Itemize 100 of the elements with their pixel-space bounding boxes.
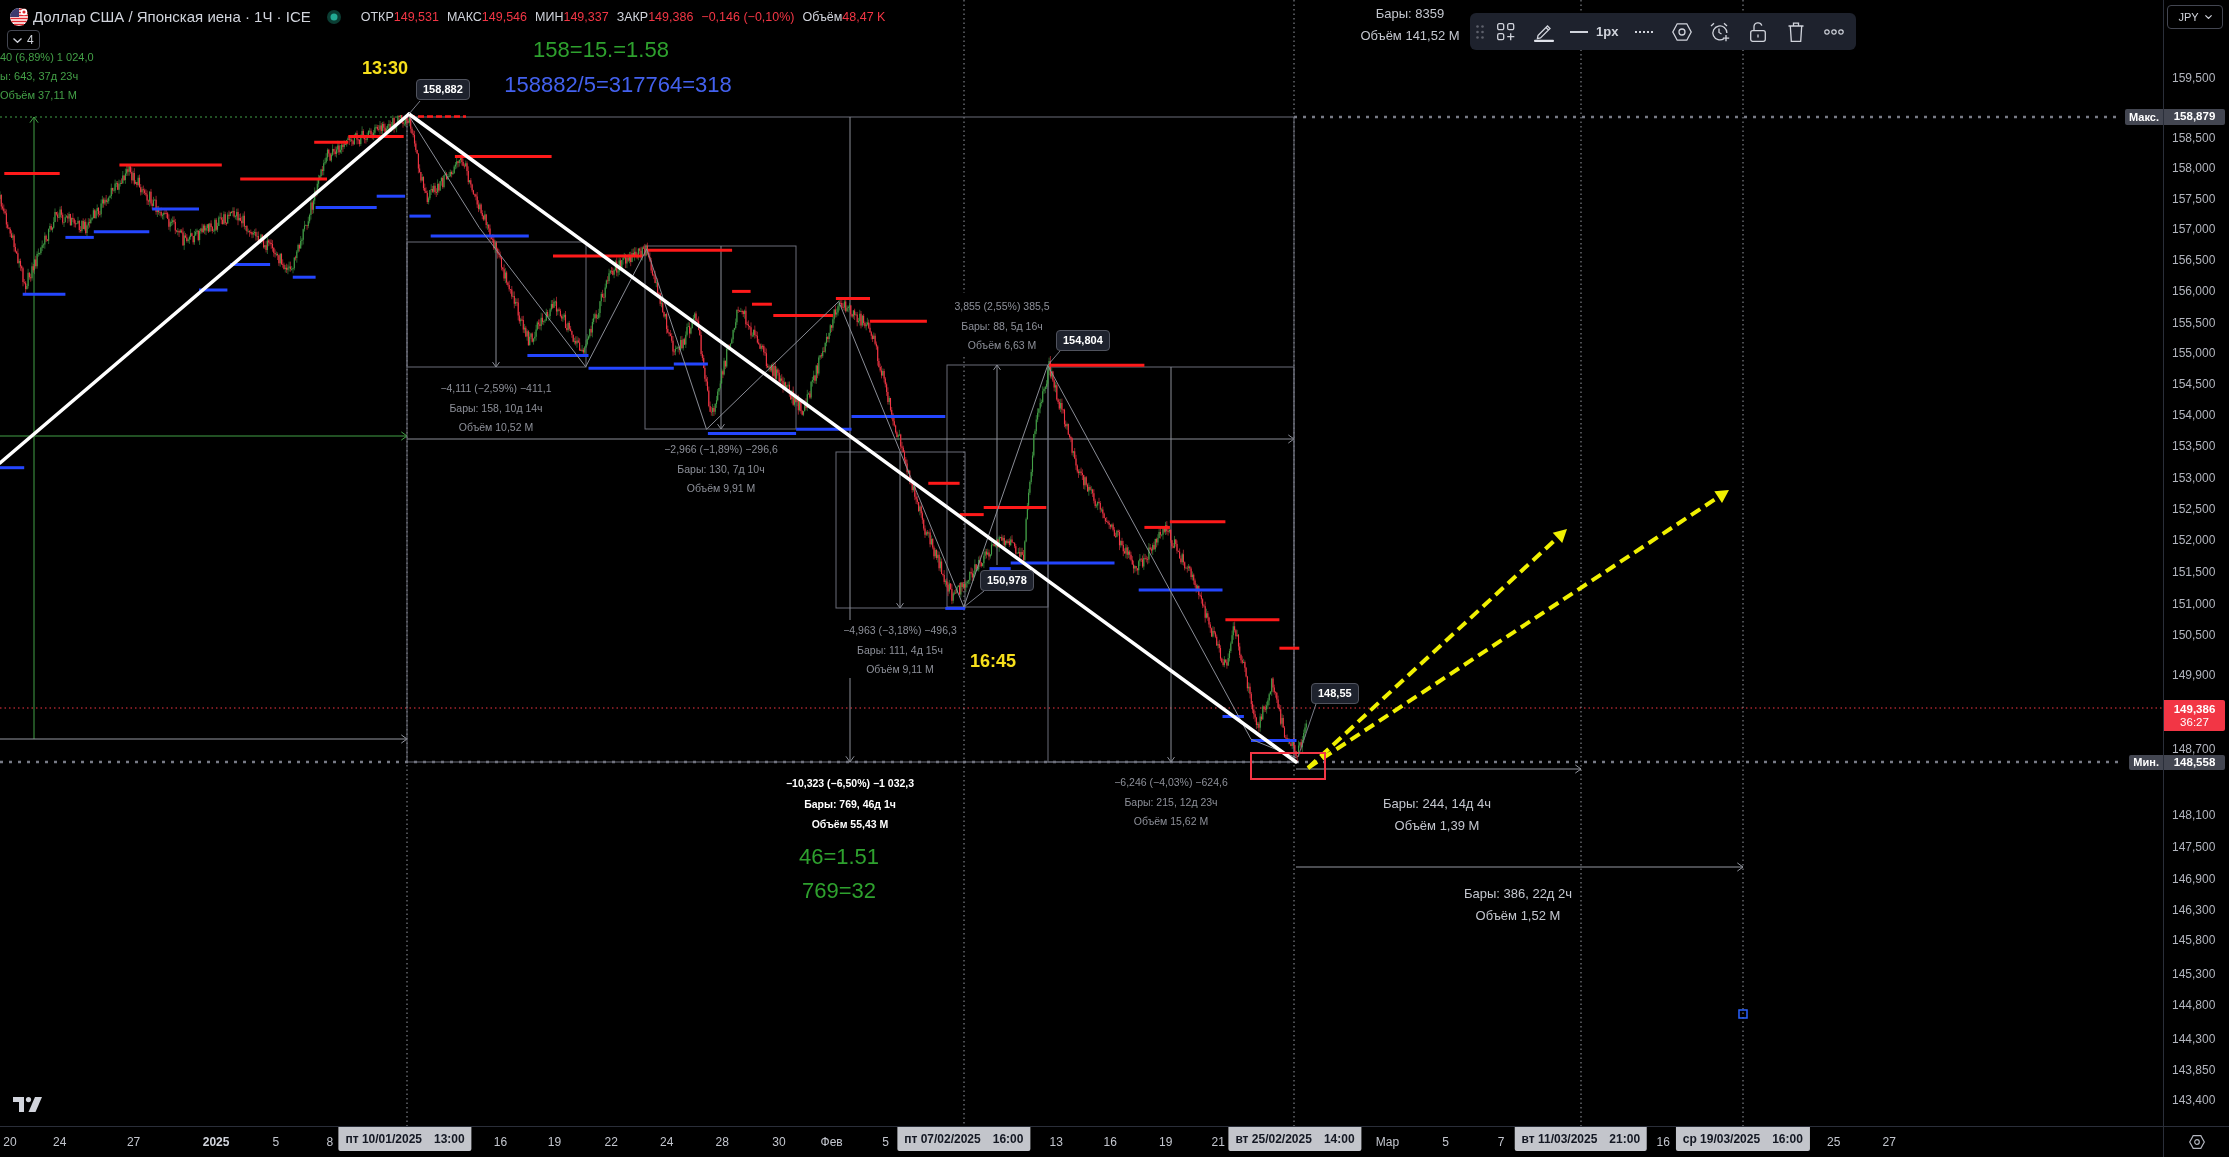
- price-tick-label: 148,700: [2172, 743, 2216, 755]
- measurement-text: Объём 37,11 M: [0, 88, 78, 102]
- price-tick-label: 157,000: [2172, 223, 2216, 235]
- time-tick-label: 30: [772, 1134, 786, 1151]
- price-tick-label: 152,500: [2172, 503, 2216, 515]
- time-tick-label: 24: [53, 1134, 67, 1151]
- settings-icon[interactable]: [2188, 1135, 2205, 1149]
- measurement-text: −2,966 (−1,89%) −296,6: [664, 442, 778, 456]
- measurement-text: Объём 1,52 M: [1475, 907, 1561, 922]
- price-callout: 150,978: [980, 570, 1034, 591]
- annotation-text: 158882/5=317764=318: [504, 73, 732, 97]
- support-line: [409, 214, 431, 218]
- quote-label: ЗАКР: [616, 8, 649, 26]
- price-tick-label: 154,000: [2172, 409, 2216, 421]
- measurement-text: Бары: 215, 12д 23ч: [1124, 795, 1218, 808]
- volume-label: Объём: [802, 8, 843, 26]
- support-line: [376, 194, 406, 198]
- open-padlock-icon: [1750, 21, 1767, 42]
- price-tick-label: 158,500: [2172, 132, 2216, 144]
- annotation-text: 769=32: [802, 879, 876, 903]
- marker-date: вт 11/03/2025: [1521, 1131, 1598, 1148]
- measurement-text: Объём 6,63 M: [967, 338, 1037, 352]
- resistance-line: [870, 319, 927, 323]
- price-tick-label: 151,500: [2172, 566, 2216, 577]
- time-tick-label: 2025: [202, 1134, 230, 1151]
- support-line: [292, 275, 316, 279]
- last-price-text: 149,386: [2173, 702, 2216, 716]
- price-tick-label: 159,500: [2172, 72, 2216, 84]
- support-line: [945, 606, 966, 610]
- measurement-text: −6,246 (−4,03%) −624,6: [1114, 775, 1228, 789]
- time-tick-label: 27: [1882, 1134, 1896, 1151]
- support-line: [1251, 739, 1297, 743]
- support-line: [315, 206, 377, 209]
- price-tick-label: 153,000: [2172, 472, 2216, 484]
- time-tick-label: 22: [604, 1134, 618, 1151]
- max-price-label: 158,879: [2164, 109, 2225, 125]
- line-width-button[interactable]: 1px: [1566, 15, 1623, 48]
- indicators-toggle[interactable]: 4: [7, 30, 40, 50]
- resistance-line: [959, 513, 984, 517]
- resistance-line: [1225, 618, 1280, 622]
- price-tick-label: 156,000: [2172, 285, 2216, 297]
- symbol-title[interactable]: Доллар США / Японская иена · 1Ч · ICE: [33, 6, 311, 29]
- time-tick-label: 19: [1159, 1134, 1173, 1151]
- measurement-text: 3,855 (2,55%) 385,5: [954, 299, 1050, 313]
- grid-plus-icon: [1497, 22, 1515, 41]
- price-tick-label: 156,500: [2172, 254, 2216, 266]
- currency-button[interactable]: JPY: [2167, 5, 2223, 29]
- measurement-text: Объём 15,62 M: [1133, 814, 1209, 828]
- marker-date: ср 19/03/2025: [1682, 1131, 1761, 1148]
- time-tick-label: 5: [272, 1134, 280, 1151]
- time-tick-label: 16: [1656, 1134, 1670, 1151]
- annotation-text: 16:45: [970, 651, 1016, 671]
- min-tag: Мин.: [2129, 755, 2163, 770]
- max-tag: Макс.: [2125, 109, 2163, 125]
- price-tick-label: 155,000: [2172, 347, 2216, 358]
- marker-date: вт 25/02/2025: [1235, 1131, 1312, 1148]
- marker-time: 14:00: [1323, 1131, 1355, 1148]
- logo-icon[interactable]: [13, 1097, 42, 1112]
- price-tick-label: 148,100: [2172, 809, 2216, 821]
- time-tick-label: 8: [326, 1134, 334, 1151]
- price-tick-label: 143,400: [2172, 1094, 2216, 1106]
- support-line: [527, 353, 589, 357]
- annotation-text: 158=15.=1.58: [533, 38, 669, 62]
- annotation-text: 46=1.51: [798, 845, 880, 869]
- marker-date: пт 07/02/2025: [904, 1131, 981, 1148]
- resistance-line: [348, 135, 404, 138]
- resistance-line: [928, 481, 960, 485]
- time-tick-label: 20: [3, 1134, 17, 1151]
- alarm-clock-plus-icon: [1710, 21, 1731, 42]
- price-tick-label: 158,000: [2172, 162, 2216, 174]
- dotted-line-icon: [1635, 30, 1654, 33]
- volume-value: 48,47 K: [842, 8, 886, 26]
- marker-time: 16:00: [1772, 1131, 1803, 1148]
- price-callout: 148,55: [1311, 683, 1359, 704]
- support-line: [22, 292, 66, 296]
- marker-time: 21:00: [1609, 1131, 1641, 1148]
- time-tick-label: Фев: [820, 1134, 843, 1151]
- support-line: [230, 262, 271, 266]
- time-tick-label: 25: [1827, 1134, 1841, 1151]
- resistance-line: [314, 140, 349, 144]
- resistance-line: [1279, 646, 1300, 650]
- drag-handle-icon[interactable]: [1476, 24, 1484, 39]
- quote-value: 149,337: [563, 8, 609, 26]
- resistance-line: [4, 171, 60, 175]
- measurement-text: Бары: 158, 10д 14ч: [449, 401, 543, 414]
- marker-time: 13:00: [434, 1131, 465, 1148]
- price-tick-label: 157,500: [2172, 193, 2216, 205]
- measurement-text: Объём 10,52 M: [458, 420, 534, 434]
- measurement-text: Объём 141,52 M: [1360, 27, 1460, 43]
- price-tick-label: 147,500: [2172, 841, 2216, 853]
- measurement-text: Бары: 111, 4д 15ч: [857, 643, 943, 656]
- time-tick-label: Мар: [1375, 1134, 1400, 1151]
- measurement-text: Бары: 386, 22д 2ч: [1463, 885, 1573, 901]
- countdown-text: 36:27: [2180, 715, 2209, 729]
- measurement-text: Объём 55,43 M: [811, 817, 889, 831]
- measurement-text: Объём 1,39 M: [1394, 817, 1480, 832]
- line-icon: [1570, 30, 1588, 33]
- measurement-text: −10,323 (−6,50%) −1 032,3: [785, 776, 915, 790]
- measurement-text: Бары: 8359: [1375, 5, 1445, 21]
- price-tick-label: 145,300: [2172, 968, 2216, 980]
